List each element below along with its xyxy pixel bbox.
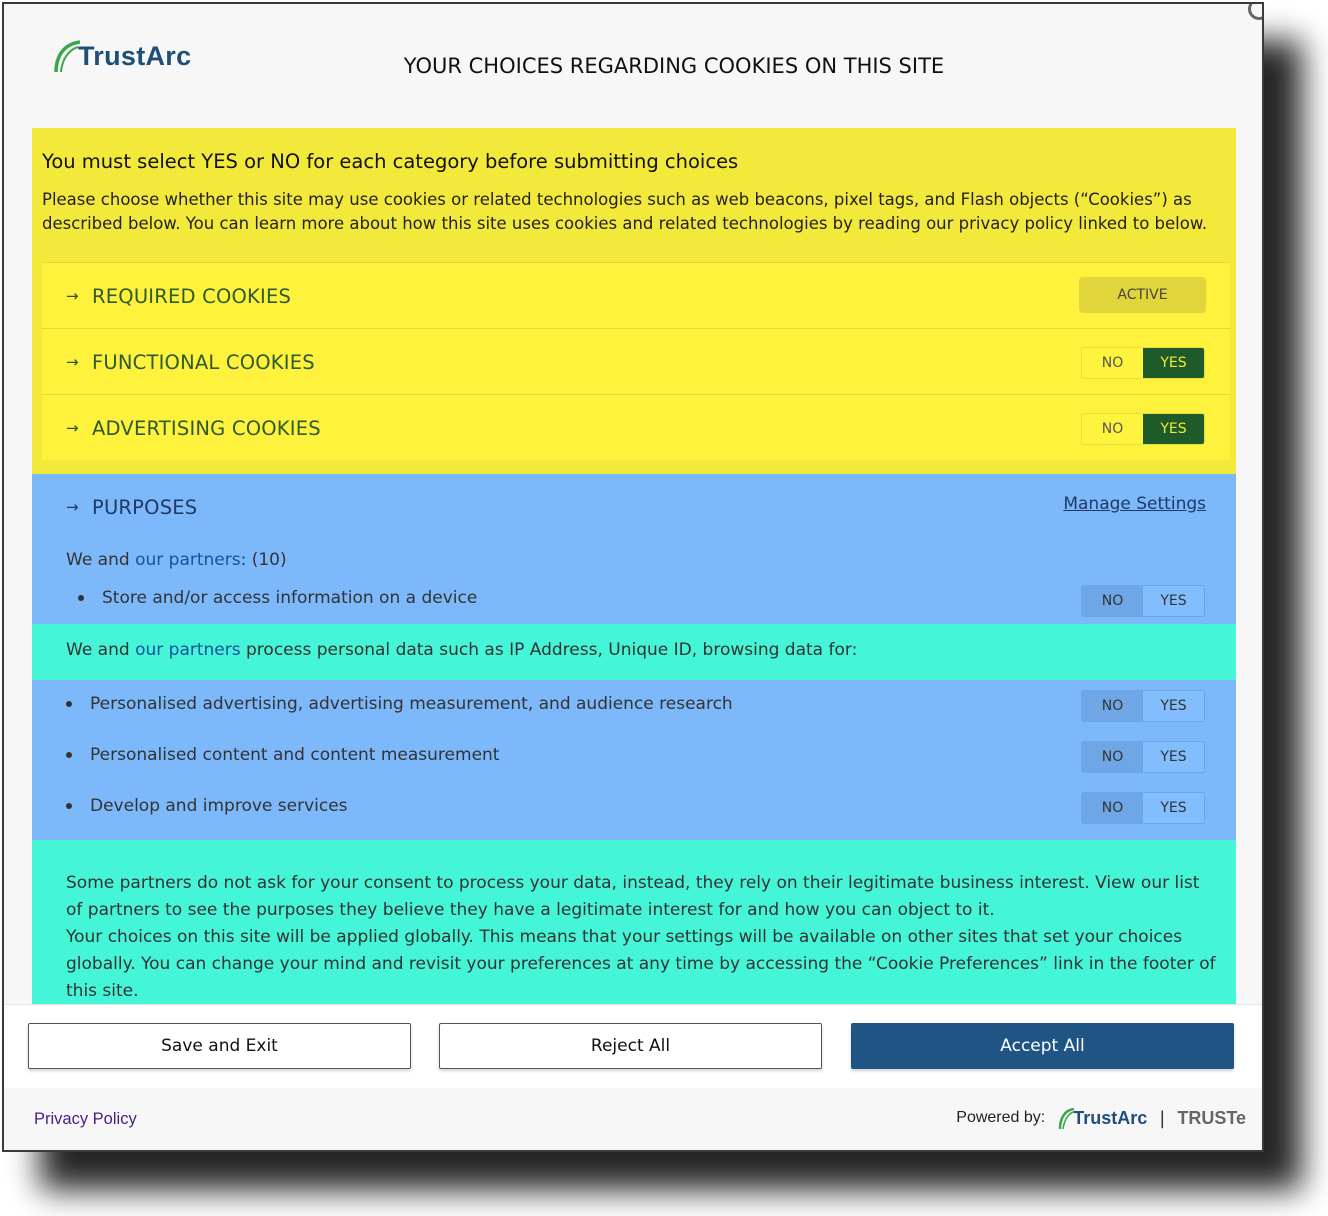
no-button[interactable]: NO <box>1082 793 1143 823</box>
trustarc-brand: TrustArc <box>1073 1107 1148 1128</box>
category-required-cookies[interactable]: → REQUIRED COOKIES ACTIVE <box>42 262 1230 328</box>
functional-toggle[interactable]: NO YES <box>1081 347 1205 379</box>
instruction-description: Please choose whether this site may use … <box>42 190 1208 233</box>
bullet-icon <box>66 701 72 707</box>
active-badge: ACTIVE <box>1079 277 1206 313</box>
logo-text: TrustArc <box>78 40 192 71</box>
consent-content[interactable]: You must select YES or NO for each categ… <box>32 128 1236 1004</box>
store-access-toggle[interactable]: NO YES <box>1081 585 1205 617</box>
yes-button[interactable]: YES <box>1143 414 1204 444</box>
bullet-icon <box>66 752 72 758</box>
bullet-icon <box>78 595 84 601</box>
partners-count-value: : (10) <box>240 550 287 570</box>
list-item: Personalised advertising, advertising me… <box>66 694 733 714</box>
category-functional-cookies[interactable]: → FUNCTIONAL COOKIES NO YES <box>42 328 1230 394</box>
legitimate-interest-paragraph: Some partners do not ask for your consen… <box>66 873 1200 920</box>
processing-suffix: process personal data such as IP Address… <box>246 640 858 660</box>
category-label[interactable]: REQUIRED COOKIES <box>92 285 291 308</box>
category-label[interactable]: ADVERTISING COOKIES <box>92 417 321 440</box>
purposes-section: → PURPOSES Manage Settings We and our pa… <box>32 474 1236 624</box>
privacy-policy-link[interactable]: Privacy Policy <box>34 1110 137 1129</box>
personalised-content-toggle[interactable]: NO YES <box>1081 741 1205 773</box>
yes-button[interactable]: YES <box>1143 691 1204 721</box>
develop-services-toggle[interactable]: NO YES <box>1081 792 1205 824</box>
accept-all-button[interactable]: Accept All <box>851 1023 1234 1069</box>
legitimate-interest-section: Some partners do not ask for your consen… <box>32 840 1236 1004</box>
category-label[interactable]: FUNCTIONAL COOKIES <box>92 351 315 374</box>
reject-all-button[interactable]: Reject All <box>439 1023 822 1069</box>
instruction-heading: You must select YES or NO for each categ… <box>42 150 739 173</box>
partners-count: We and our partners: (10) <box>66 550 287 570</box>
processing-text: We and our partners process personal dat… <box>66 640 857 660</box>
we-and-text: We and <box>66 640 130 660</box>
list-item: Develop and improve services <box>66 796 348 816</box>
save-and-exit-button[interactable]: Save and Exit <box>28 1023 411 1069</box>
advertising-toggle[interactable]: NO YES <box>1081 413 1205 445</box>
page-title: YOUR CHOICES REGARDING COOKIES ON THIS S… <box>403 54 945 78</box>
powered-by-label: Powered by: <box>956 1109 1046 1126</box>
action-bar: Save and Exit Reject All Accept All <box>4 1004 1262 1089</box>
trustarc-logo: TrustArc <box>52 38 191 74</box>
brand-separator: | <box>1159 1107 1166 1129</box>
list-item: Personalised content and content measure… <box>66 745 499 765</box>
purpose-list: Personalised advertising, advertising me… <box>32 680 1236 840</box>
list-item: Store and/or access information on a dev… <box>78 588 477 608</box>
store-access-label: Store and/or access information on a dev… <box>102 588 478 608</box>
our-partners-link[interactable]: our partners <box>135 550 241 570</box>
purpose-label: Personalised content and content measure… <box>90 745 500 765</box>
cookie-consent-dialog: TrustArc YOUR CHOICES REGARDING COOKIES … <box>2 2 1264 1152</box>
yes-button[interactable]: YES <box>1143 348 1204 378</box>
partners-link[interactable]: partners <box>169 640 241 660</box>
yes-button[interactable]: YES <box>1143 793 1204 823</box>
purposes-label[interactable]: PURPOSES <box>92 496 197 519</box>
expand-arrow-icon[interactable]: → <box>66 419 79 437</box>
bullet-icon <box>66 803 72 809</box>
dialog-header: TrustArc YOUR CHOICES REGARDING COOKIES … <box>4 4 1262 124</box>
expand-arrow-icon[interactable]: → <box>66 353 79 371</box>
powered-by: Powered by: TrustArc | TRUSTe <box>956 1106 1246 1130</box>
yes-button[interactable]: YES <box>1143 586 1204 616</box>
processing-notice: We and our partners process personal dat… <box>32 624 1236 680</box>
our-link[interactable]: our <box>135 640 163 660</box>
no-button[interactable]: NO <box>1082 691 1143 721</box>
legitimate-interest-text: Some partners do not ask for your consen… <box>66 870 1216 1004</box>
purpose-label: Personalised advertising, advertising me… <box>90 694 733 714</box>
yes-button[interactable]: YES <box>1143 742 1204 772</box>
we-and-text: We and <box>66 550 130 570</box>
no-button[interactable]: NO <box>1082 742 1143 772</box>
personalised-ads-toggle[interactable]: NO YES <box>1081 690 1205 722</box>
no-button[interactable]: NO <box>1082 586 1143 616</box>
manage-settings-link[interactable]: Manage Settings <box>1063 494 1206 514</box>
category-advertising-cookies[interactable]: → ADVERTISING COOKIES NO YES <box>42 394 1230 460</box>
dialog-footer: Privacy Policy Powered by: TrustArc | TR… <box>4 1088 1262 1150</box>
cookie-categories-section: You must select YES or NO for each categ… <box>32 128 1236 474</box>
expand-arrow-icon[interactable]: → <box>66 287 79 305</box>
purpose-label: Develop and improve services <box>90 796 348 816</box>
no-button[interactable]: NO <box>1082 348 1143 378</box>
truste-brand: TRUSTe <box>1177 1107 1246 1128</box>
global-choices-paragraph: Your choices on this site will be applie… <box>66 927 1216 1001</box>
expand-arrow-icon[interactable]: → <box>66 498 79 516</box>
no-button[interactable]: NO <box>1082 414 1143 444</box>
